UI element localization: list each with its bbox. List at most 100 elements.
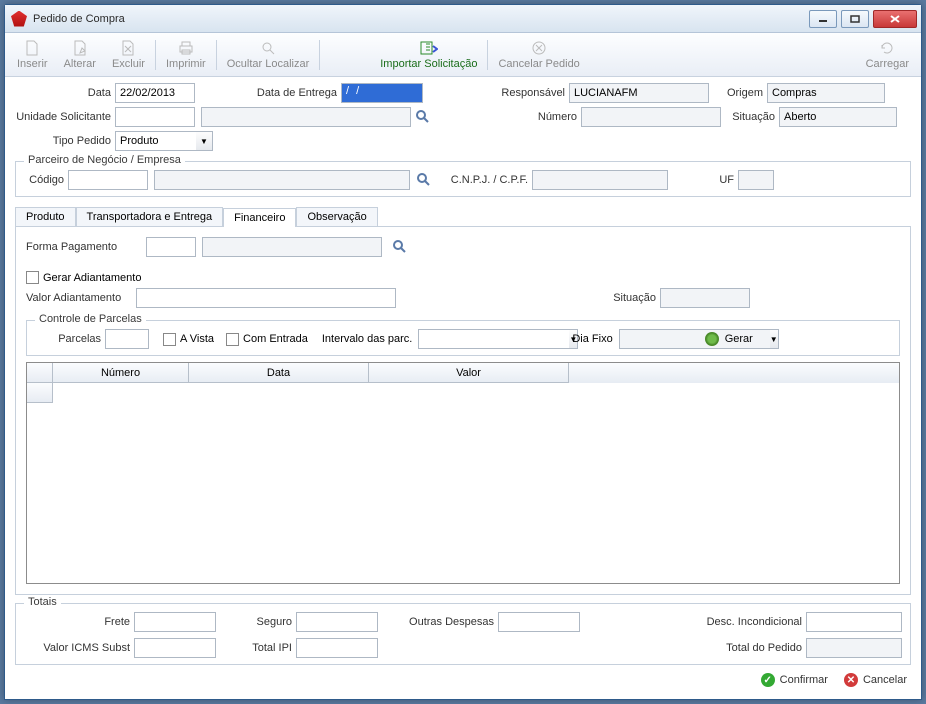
data-entrega-label: Data de Entrega [195,87,341,99]
totalipi-field[interactable] [296,638,378,658]
grid-body [27,383,899,583]
toolbar-separator [487,40,488,70]
data-field[interactable] [115,83,195,103]
intervalo-value[interactable] [418,329,569,349]
gerar-button[interactable]: Gerar [725,333,753,345]
valor-adiantamento-field[interactable] [136,288,396,308]
confirmar-label: Confirmar [780,674,828,686]
grid-header: Número Data Valor [27,363,899,383]
total-pedido-label: Total do Pedido [686,642,806,654]
tab-transportadora[interactable]: Transportadora e Entrega [76,207,224,226]
tipo-pedido-value[interactable] [115,131,196,151]
com-entrada-label: Com Entrada [243,333,308,345]
excluir-button[interactable]: Excluir [104,35,153,75]
toolbar-separator [155,40,156,70]
totais-row-1: Frete Seguro Outras Despesas Desc. Incon… [24,612,902,632]
avista-label: A Vista [180,333,214,345]
totais-row-2: Valor ICMS Subst Total IPI Total do Pedi… [24,638,902,658]
carregar-button[interactable]: Carregar [858,35,917,75]
cancelar-button[interactable]: ✕ Cancelar [844,673,907,687]
toolbar: Inserir Alterar Excluir Imprimir O [5,33,921,77]
seguro-field[interactable] [296,612,378,632]
importar-solicitacao-button[interactable]: Importar Solicitação [372,35,485,75]
uf-field [738,170,774,190]
diafixo-label: Dia Fixo [572,333,612,345]
desc-incondicional-field[interactable] [806,612,902,632]
tab-produto[interactable]: Produto [15,207,76,226]
data-label: Data [15,87,115,99]
forma-pagamento-code[interactable] [146,237,196,257]
tipo-pedido-label: Tipo Pedido [15,135,115,147]
toolbtn-label: Imprimir [166,58,206,70]
avista-checkbox[interactable] [163,333,176,346]
parceiro-legend: Parceiro de Negócio / Empresa [24,154,185,166]
tipo-pedido-combo[interactable]: ▼ [115,131,213,151]
gerar-adiantamento-row: Gerar Adiantamento [26,271,900,284]
toolbtn-label: Alterar [64,58,96,70]
forma-pagamento-name [202,237,382,257]
imprimir-button[interactable]: Imprimir [158,35,214,75]
chevron-down-icon[interactable]: ▼ [196,131,213,151]
cnpj-label: C.N.P.J. / C.P.F. [432,174,532,186]
codigo-field[interactable] [68,170,148,190]
gerar-adiantamento-checkbox[interactable] [26,271,39,284]
toolbtn-label: Ocultar Localizar [227,58,310,70]
footer-buttons: ✓ Confirmar ✕ Cancelar [15,665,911,689]
header-row-1: Data Data de Entrega / / Responsável Ori… [15,83,911,103]
codigo-label: Código [24,174,68,186]
diafixo-combo[interactable]: ▼ [619,329,689,349]
grid-col-data[interactable]: Data [189,363,369,383]
origem-field [767,83,885,103]
totais-group: Totais Frete Seguro Outras Despesas Desc… [15,603,911,665]
seguro-label: Seguro [216,616,296,628]
tab-financeiro[interactable]: Financeiro [223,208,296,227]
data-entrega-field[interactable]: / / [341,83,423,103]
desc-incondicional-label: Desc. Incondicional [686,616,806,628]
intervalo-combo[interactable]: ▼ [418,329,558,349]
cnpj-field [532,170,668,190]
com-entrada-checkbox[interactable] [226,333,239,346]
search-icon[interactable] [416,172,432,188]
forma-pagamento-label: Forma Pagamento [26,241,146,253]
import-icon [420,39,438,57]
grid-col-valor[interactable]: Valor [369,363,569,383]
tab-observacao[interactable]: Observação [296,207,377,226]
app-window: Pedido de Compra Inserir Alterar [4,4,922,700]
gerar-adiantamento-label: Gerar Adiantamento [43,272,141,284]
frete-label: Frete [24,616,134,628]
icms-field[interactable] [134,638,216,658]
icms-label: Valor ICMS Subst [24,642,134,654]
toolbtn-label: Excluir [112,58,145,70]
unidade-name-field [201,107,411,127]
maximize-button[interactable] [841,10,869,28]
inserir-button[interactable]: Inserir [9,35,56,75]
search-icon[interactable] [392,239,408,255]
outras-despesas-field[interactable] [498,612,580,632]
minimize-button[interactable] [809,10,837,28]
frete-field[interactable] [134,612,216,632]
search-icon[interactable] [415,109,431,125]
situacao-adiant-field [660,288,750,308]
total-pedido-field [806,638,902,658]
ocultar-localizar-button[interactable]: Ocultar Localizar [219,35,318,75]
financeiro-panel: Forma Pagamento Gerar Adiantamento Valor… [15,226,911,595]
alterar-button[interactable]: Alterar [56,35,104,75]
confirmar-button[interactable]: ✓ Confirmar [761,673,828,687]
grid-col-numero[interactable]: Número [53,363,189,383]
printer-icon [177,39,195,57]
window-buttons [809,10,921,28]
toolbar-separator [216,40,217,70]
cancelar-pedido-button[interactable]: Cancelar Pedido [490,35,587,75]
responsavel-label: Responsável [477,87,569,99]
chevron-down-icon[interactable]: ▼ [770,329,779,349]
unidade-code-field[interactable] [115,107,195,127]
close-button[interactable] [873,10,917,28]
app-icon [11,11,27,27]
check-icon: ✓ [761,673,775,687]
window-title: Pedido de Compra [33,13,809,25]
parcelas-grid[interactable]: Número Data Valor [26,362,900,584]
grid-corner [27,363,53,383]
page-edit-icon [71,39,89,57]
parcelas-field[interactable] [105,329,149,349]
valor-adiantamento-label: Valor Adiantamento [26,292,136,304]
